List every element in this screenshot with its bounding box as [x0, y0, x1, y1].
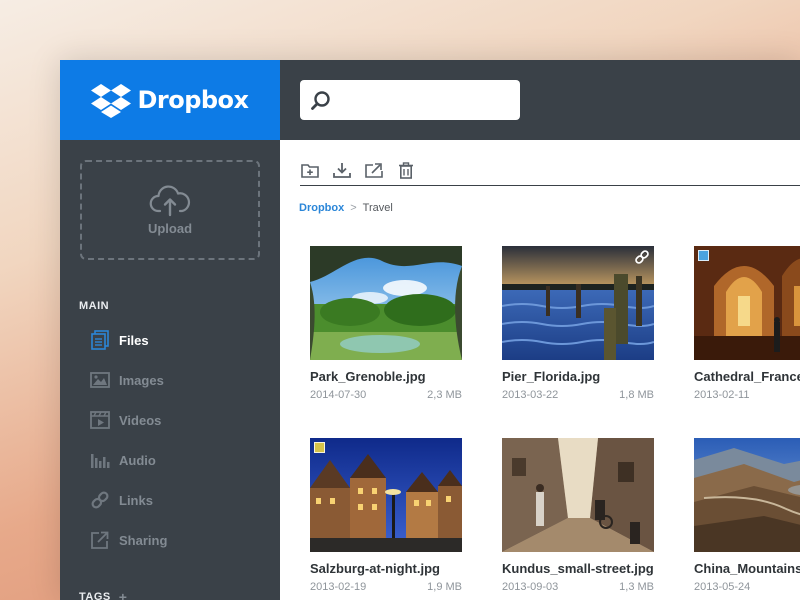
- sidebar-item-label: Files: [119, 332, 149, 348]
- file-name[interactable]: Salzburg-at-night.jpg: [310, 561, 462, 576]
- cloud-upload-icon: [149, 184, 191, 216]
- tag-color-square: [698, 250, 709, 261]
- search-icon: [311, 91, 330, 110]
- brand-logo[interactable]: Dropbox: [60, 60, 280, 140]
- download-icon: [333, 163, 351, 178]
- file-date: 2013-05-24: [694, 581, 751, 593]
- file-thumbnail[interactable]: [502, 246, 654, 360]
- search-box[interactable]: [300, 80, 520, 120]
- sharing-icon: [90, 530, 110, 550]
- file-meta: 2013-02-19 1,9 MB: [310, 581, 462, 593]
- file-size: 1,9 MB: [427, 581, 462, 593]
- tag-color-square: [314, 442, 325, 453]
- app-window: Dropbox Upload MAIN Files Images Videos …: [60, 60, 800, 600]
- upload-button[interactable]: Upload: [80, 160, 260, 260]
- videos-icon: [90, 410, 110, 430]
- sidebar-item-label: Images: [119, 372, 164, 388]
- file-meta: 2013-09-03 1,3 MB: [502, 581, 654, 593]
- file-thumbnail[interactable]: [694, 246, 800, 360]
- add-tag-button[interactable]: +: [119, 589, 128, 600]
- sidebar-item-label: Links: [119, 492, 153, 508]
- file-size: 2,3 MB: [427, 389, 462, 401]
- file-name[interactable]: Kundus_small-street.jpg: [502, 561, 654, 576]
- breadcrumb: Dropbox > Travel: [299, 202, 393, 214]
- breadcrumb-root[interactable]: Dropbox: [299, 202, 344, 214]
- file-card[interactable]: Cathedral_France 2013-02-11: [694, 246, 800, 401]
- top-bar: [280, 60, 800, 140]
- file-toolbar: [300, 160, 800, 186]
- tags-label: TAGS: [79, 591, 111, 600]
- new-folder-button[interactable]: [300, 160, 320, 180]
- sidebar-item-files[interactable]: Files: [60, 320, 280, 360]
- file-card[interactable]: Pier_Florida.jpg 2013-03-22 1,8 MB: [502, 246, 654, 401]
- sidebar-nav: Files Images Videos Audio Links Sharing: [60, 320, 280, 560]
- search-input[interactable]: [332, 80, 520, 120]
- file-thumbnail[interactable]: [310, 438, 462, 552]
- file-thumbnail[interactable]: [310, 246, 462, 360]
- section-label-main: MAIN: [79, 300, 110, 312]
- sidebar-item-sharing[interactable]: Sharing: [60, 520, 280, 560]
- file-name[interactable]: Cathedral_France: [694, 369, 800, 384]
- dropbox-logo-icon: [91, 84, 132, 118]
- file-card[interactable]: Salzburg-at-night.jpg 2013-02-19 1,9 MB: [310, 438, 462, 593]
- file-meta: 2013-02-11: [694, 389, 800, 401]
- audio-icon: [90, 450, 110, 470]
- file-date: 2014-07-30: [310, 389, 367, 401]
- file-name[interactable]: China_Mountains: [694, 561, 800, 576]
- trash-icon: [399, 161, 413, 179]
- sidebar-item-audio[interactable]: Audio: [60, 440, 280, 480]
- sidebar-item-label: Videos: [119, 412, 162, 428]
- file-card[interactable]: Park_Grenoble.jpg 2014-07-30 2,3 MB: [310, 246, 462, 401]
- sidebar-item-label: Sharing: [119, 532, 168, 548]
- file-size: 1,8 MB: [619, 389, 654, 401]
- sidebar-item-links[interactable]: Links: [60, 480, 280, 520]
- file-size: 1,3 MB: [619, 581, 654, 593]
- images-icon: [90, 370, 110, 390]
- download-button[interactable]: [332, 160, 352, 180]
- file-date: 2013-02-11: [694, 389, 750, 401]
- sidebar: Upload MAIN Files Images Videos Audio Li…: [60, 140, 280, 600]
- brand-name: Dropbox: [137, 86, 249, 114]
- shared-link-icon: [635, 250, 649, 264]
- file-meta: 2013-03-22 1,8 MB: [502, 389, 654, 401]
- file-card[interactable]: China_Mountains 2013-05-24: [694, 438, 800, 593]
- breadcrumb-separator: >: [350, 202, 357, 214]
- file-card[interactable]: Kundus_small-street.jpg 2013-09-03 1,3 M…: [502, 438, 654, 593]
- files-icon: [90, 330, 110, 350]
- file-name[interactable]: Pier_Florida.jpg: [502, 369, 654, 384]
- upload-label: Upload: [147, 220, 193, 236]
- links-icon: [90, 490, 110, 510]
- delete-button[interactable]: [396, 160, 416, 180]
- file-meta: 2013-05-24: [694, 581, 800, 593]
- file-thumbnail[interactable]: [502, 438, 654, 552]
- file-date: 2013-09-03: [502, 581, 559, 593]
- section-label-tags: TAGS +: [79, 589, 127, 600]
- breadcrumb-current: Travel: [362, 202, 393, 214]
- sidebar-item-videos[interactable]: Videos: [60, 400, 280, 440]
- file-date: 2013-03-22: [502, 389, 559, 401]
- file-date: 2013-02-19: [310, 581, 367, 593]
- sidebar-item-label: Audio: [119, 452, 156, 468]
- file-meta: 2014-07-30 2,3 MB: [310, 389, 462, 401]
- file-browser: Dropbox > Travel Park_Grenoble.jpg 2014-…: [280, 140, 800, 600]
- move-button[interactable]: [364, 160, 384, 180]
- sidebar-item-images[interactable]: Images: [60, 360, 280, 400]
- new-folder-icon: [301, 164, 319, 178]
- file-thumbnail[interactable]: [694, 438, 800, 552]
- file-name[interactable]: Park_Grenoble.jpg: [310, 369, 462, 384]
- move-icon: [365, 163, 383, 178]
